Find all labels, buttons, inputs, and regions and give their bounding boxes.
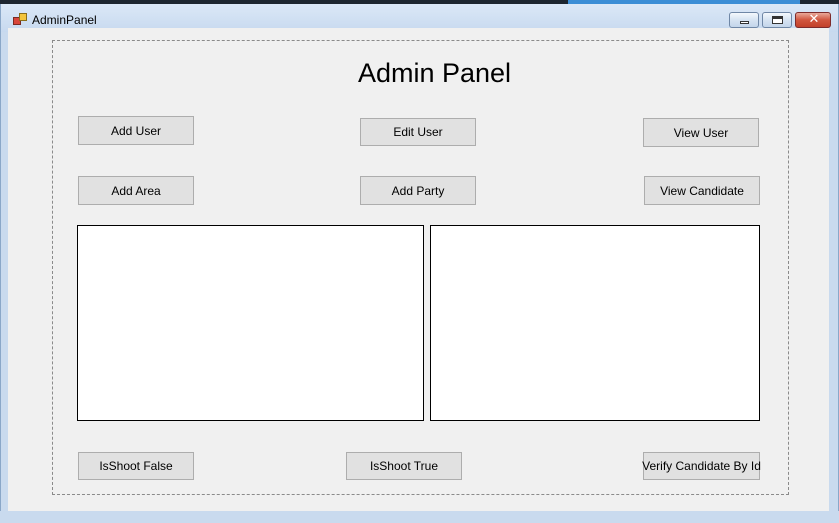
form-client-area: Admin Panel Add User Edit User View User…	[8, 28, 829, 511]
app-icon	[13, 13, 27, 25]
left-data-grid[interactable]	[77, 225, 424, 421]
isshoot-false-button[interactable]: IsShoot False	[78, 452, 194, 480]
add-area-button[interactable]: Add Area	[78, 176, 194, 205]
right-data-grid[interactable]	[430, 225, 760, 421]
maximize-button[interactable]	[762, 12, 792, 28]
edit-user-button[interactable]: Edit User	[360, 118, 476, 146]
close-icon: ✕	[808, 12, 820, 27]
minimize-icon	[740, 21, 749, 24]
view-user-button[interactable]: View User	[643, 118, 759, 147]
maximize-icon	[772, 16, 783, 24]
close-button[interactable]: ✕	[795, 12, 831, 28]
verify-candidate-button[interactable]: Verify Candidate By Id	[642, 452, 761, 480]
page-title: Admin Panel	[357, 58, 512, 88]
minimize-button[interactable]	[729, 12, 759, 28]
window-bottom-border	[0, 511, 839, 523]
add-user-button[interactable]: Add User	[78, 116, 194, 145]
add-party-button[interactable]: Add Party	[360, 176, 476, 205]
view-candidate-button[interactable]: View Candidate	[644, 176, 760, 205]
isshoot-true-button[interactable]: IsShoot True	[346, 452, 462, 480]
window-title: AdminPanel	[32, 13, 97, 27]
